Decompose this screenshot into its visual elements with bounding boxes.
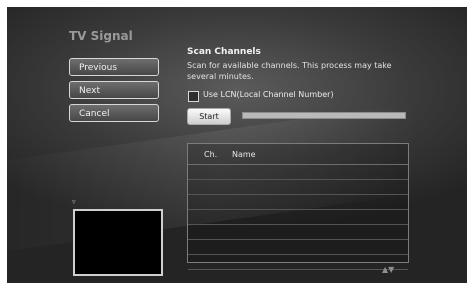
list-item[interactable] [188,165,408,180]
column-header-name: Name [232,150,256,159]
list-item[interactable] [188,255,408,270]
section-title: Scan Channels [187,47,261,57]
channel-list[interactable]: Ch. Name [187,143,409,270]
list-item[interactable] [188,210,408,225]
column-header-ch: Ch. [204,150,218,159]
list-item[interactable] [188,180,408,195]
list-item[interactable] [188,225,408,240]
page-title: TV Signal [69,29,133,43]
channel-list-header: Ch. Name [188,144,408,165]
scroll-arrows-icon[interactable]: ▲▼ [382,265,394,274]
lcn-checkbox[interactable] [188,91,199,102]
preview-marker-icon: ▿ [72,198,76,206]
cancel-button[interactable]: Cancel [69,104,159,122]
list-item[interactable] [188,195,408,210]
scan-progress-bar [242,112,406,119]
start-button[interactable]: Start [187,108,231,125]
video-preview [73,209,163,276]
previous-button[interactable]: Previous [69,58,159,76]
tv-signal-screen: TV Signal Previous Next Cancel Scan Chan… [7,7,467,283]
next-button[interactable]: Next [69,81,159,99]
scan-description: Scan for available channels. This proces… [187,61,392,81]
list-item[interactable] [188,240,408,255]
lcn-label: Use LCN(Local Channel Number) [203,90,334,99]
